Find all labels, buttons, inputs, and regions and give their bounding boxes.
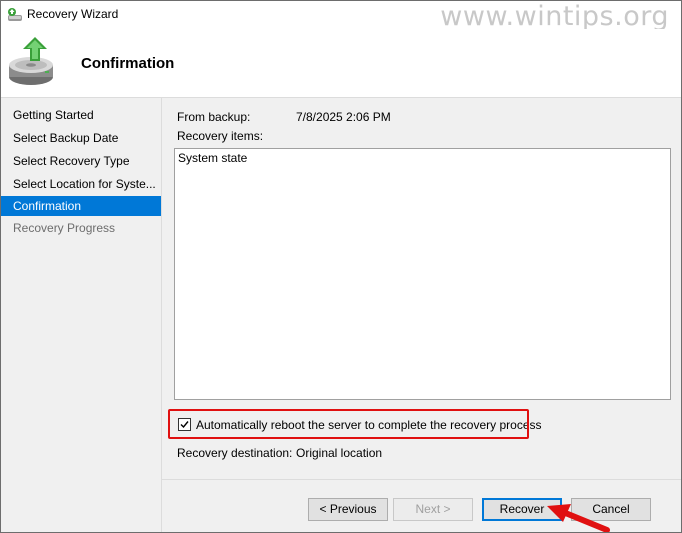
next-button: Next > <box>393 498 473 521</box>
nav-step-select-recovery-type[interactable]: Select Recovery Type <box>1 151 161 171</box>
previous-button[interactable]: < Previous <box>308 498 388 521</box>
recovery-items-list[interactable]: System state <box>174 148 671 400</box>
recovery-destination-label: Recovery destination: <box>177 446 293 460</box>
from-backup-value: 7/8/2025 2:06 PM <box>296 110 391 124</box>
watermark: www.wintips.org <box>440 1 669 32</box>
recovery-destination-value: Original location <box>296 446 383 460</box>
red-arrow-annotation <box>547 504 610 532</box>
nav-step-select-backup-date[interactable]: Select Backup Date <box>1 128 161 148</box>
title-bar: Recovery Wizard www.wintips.org <box>1 1 681 32</box>
backup-restore-icon <box>5 33 61 89</box>
nav-step-recovery-progress: Recovery Progress <box>13 221 116 235</box>
nav-step-select-location[interactable]: Select Location for Syste... <box>1 174 161 194</box>
recovery-wizard-window: Recovery Wizard www.wintips.org Confirma… <box>0 0 682 533</box>
nav-step-confirmation[interactable]: Confirmation <box>1 196 161 216</box>
backup-app-icon <box>7 7 23 23</box>
page-title: Confirmation <box>81 55 175 72</box>
list-item[interactable]: System state <box>178 151 247 165</box>
wizard-steps-nav: Getting Started Select Backup Date Selec… <box>1 98 162 532</box>
wizard-header: Confirmation <box>1 29 681 98</box>
nav-step-getting-started[interactable]: Getting Started <box>1 105 161 125</box>
window-title: Recovery Wizard <box>27 7 119 21</box>
recovery-items-label: Recovery items: <box>177 129 264 143</box>
from-backup-label: From backup: <box>177 110 251 124</box>
reboot-highlight-annotation <box>168 409 529 439</box>
